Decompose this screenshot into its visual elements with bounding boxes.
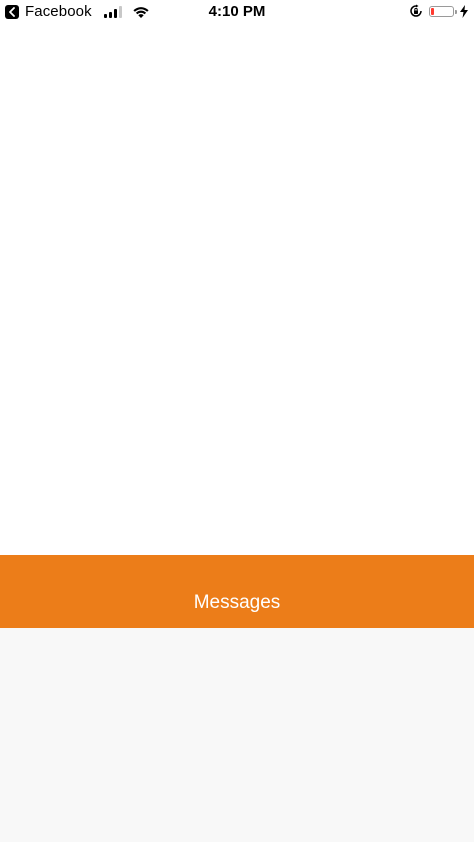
status-time: 4:10 PM [208,3,266,20]
status-right-group [409,4,468,18]
battery-icon [429,5,457,17]
app-screen: Facebook 4:10 PM Messages [0,0,474,842]
main-content-area [0,24,474,555]
messages-header-bar: Messages [0,555,474,628]
charging-bolt-icon [460,4,468,18]
battery-cap [455,9,457,14]
orientation-lock-icon [410,4,422,17]
status-bar: Facebook 4:10 PM [0,0,474,24]
battery-level-fill [431,7,434,15]
messages-title: Messages [193,591,281,613]
messages-list-panel [0,628,474,842]
